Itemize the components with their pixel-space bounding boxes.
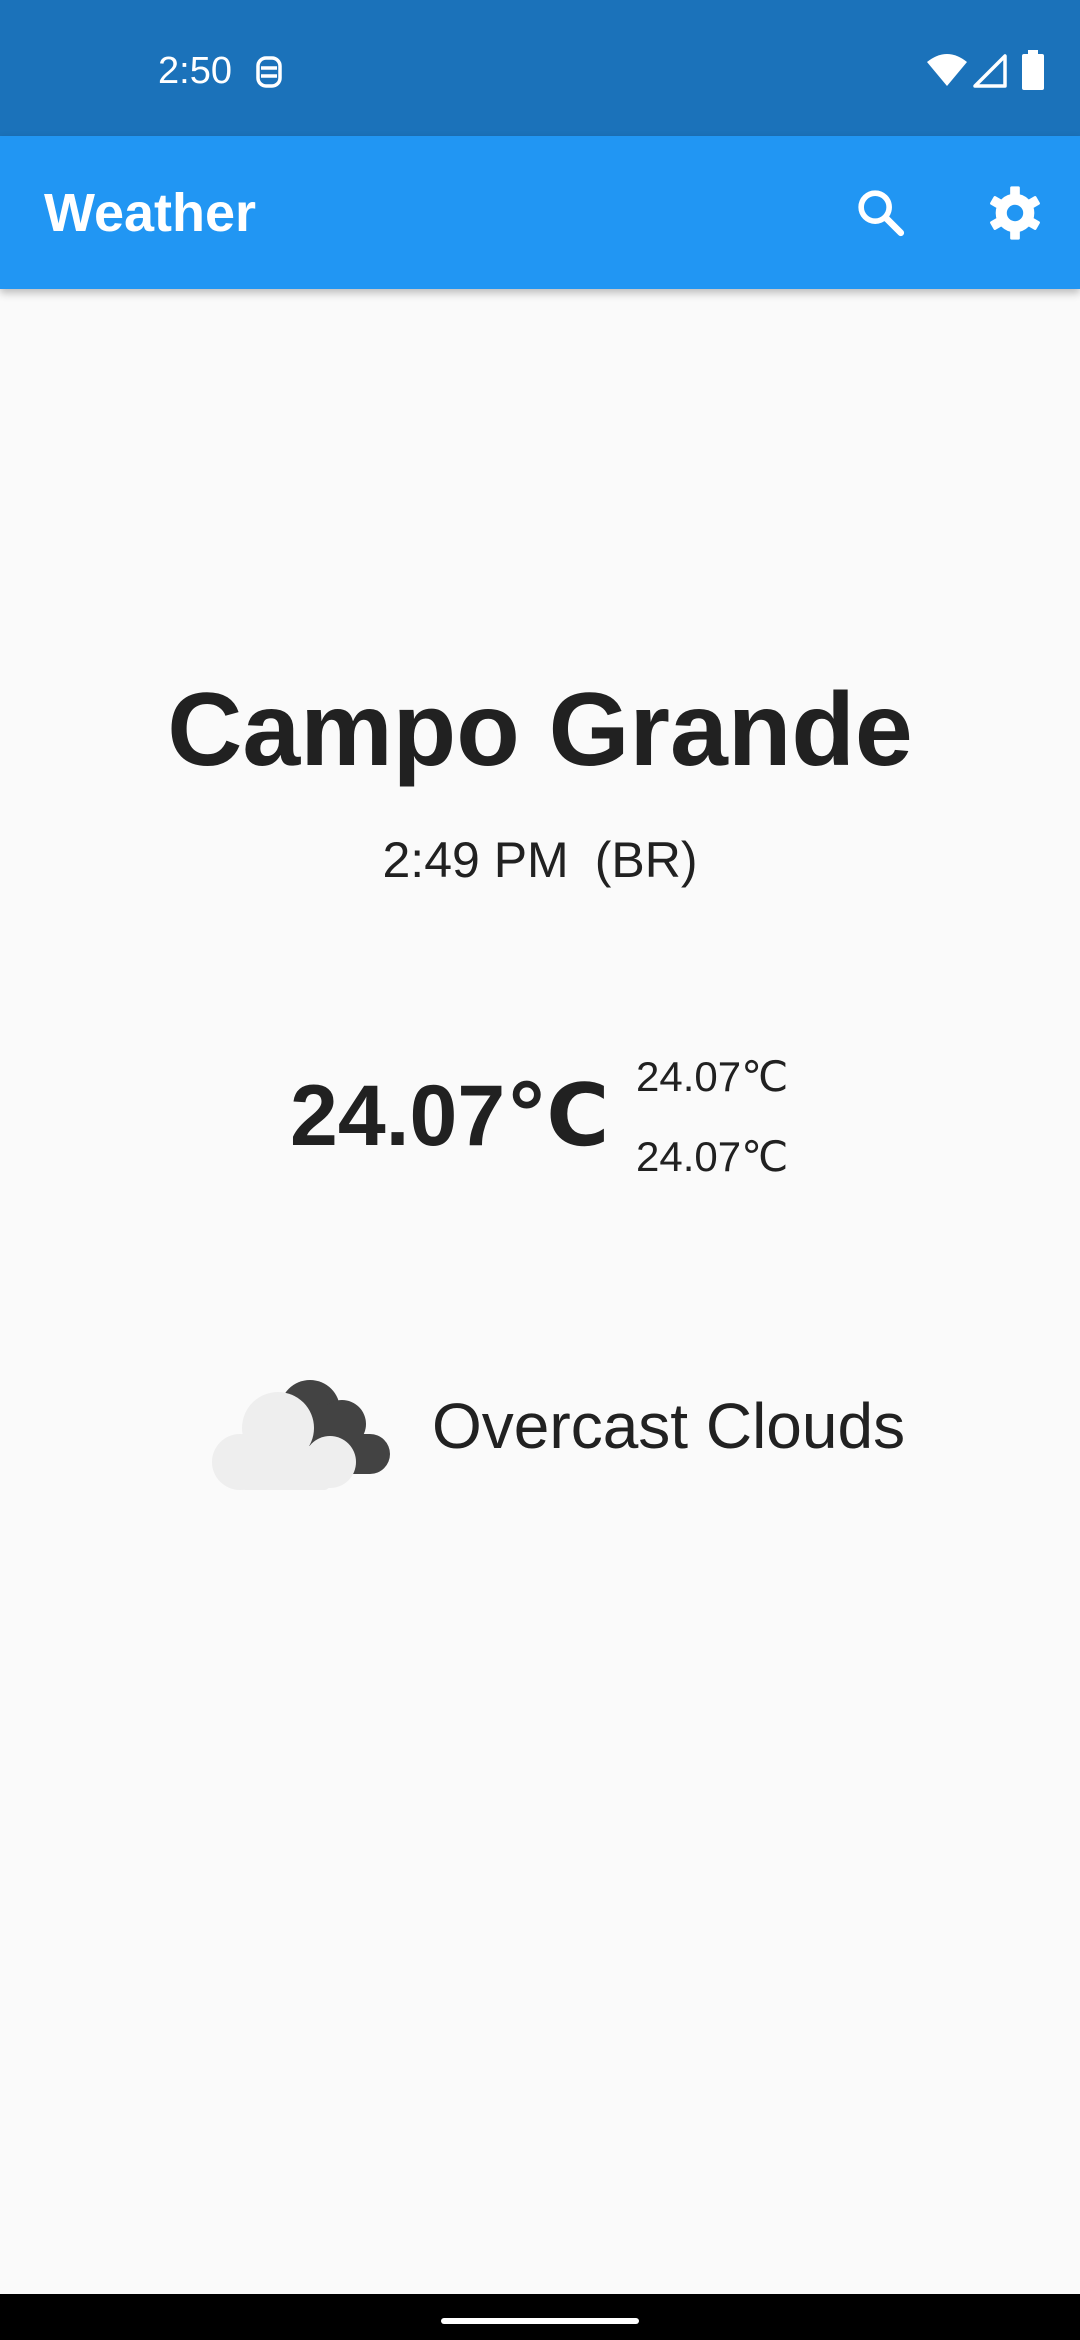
weather-description: Overcast Clouds	[432, 1390, 906, 1462]
wifi-icon	[926, 52, 968, 93]
overcast-clouds-icon	[200, 1362, 392, 1492]
search-button[interactable]	[840, 172, 922, 254]
navigation-bar	[0, 2294, 1080, 2340]
app-title: Weather	[44, 183, 257, 243]
min-temperature: 24.07℃	[636, 1133, 789, 1180]
settings-button[interactable]	[974, 172, 1056, 254]
current-temperature: 24.07℃	[290, 1068, 610, 1164]
status-icons	[860, 0, 1080, 136]
notification-icon	[252, 52, 286, 92]
status-bar: 2:50	[0, 0, 1080, 136]
settings-gear-icon	[990, 186, 1040, 240]
search-icon	[858, 190, 905, 237]
app-bar: Weather	[0, 136, 1080, 289]
local-time: 2:49 PM	[382, 832, 569, 888]
cell-signal-icon	[972, 54, 1008, 93]
city-name: Campo Grande	[167, 672, 913, 788]
status-time: 2:50	[158, 50, 232, 92]
country-code: (BR)	[594, 832, 698, 888]
home-indicator[interactable]	[441, 2318, 639, 2324]
battery-icon	[1022, 50, 1044, 95]
local-time-row: 2:49 PM (BR)	[0, 830, 1080, 890]
max-temperature: 24.07℃	[636, 1053, 789, 1100]
